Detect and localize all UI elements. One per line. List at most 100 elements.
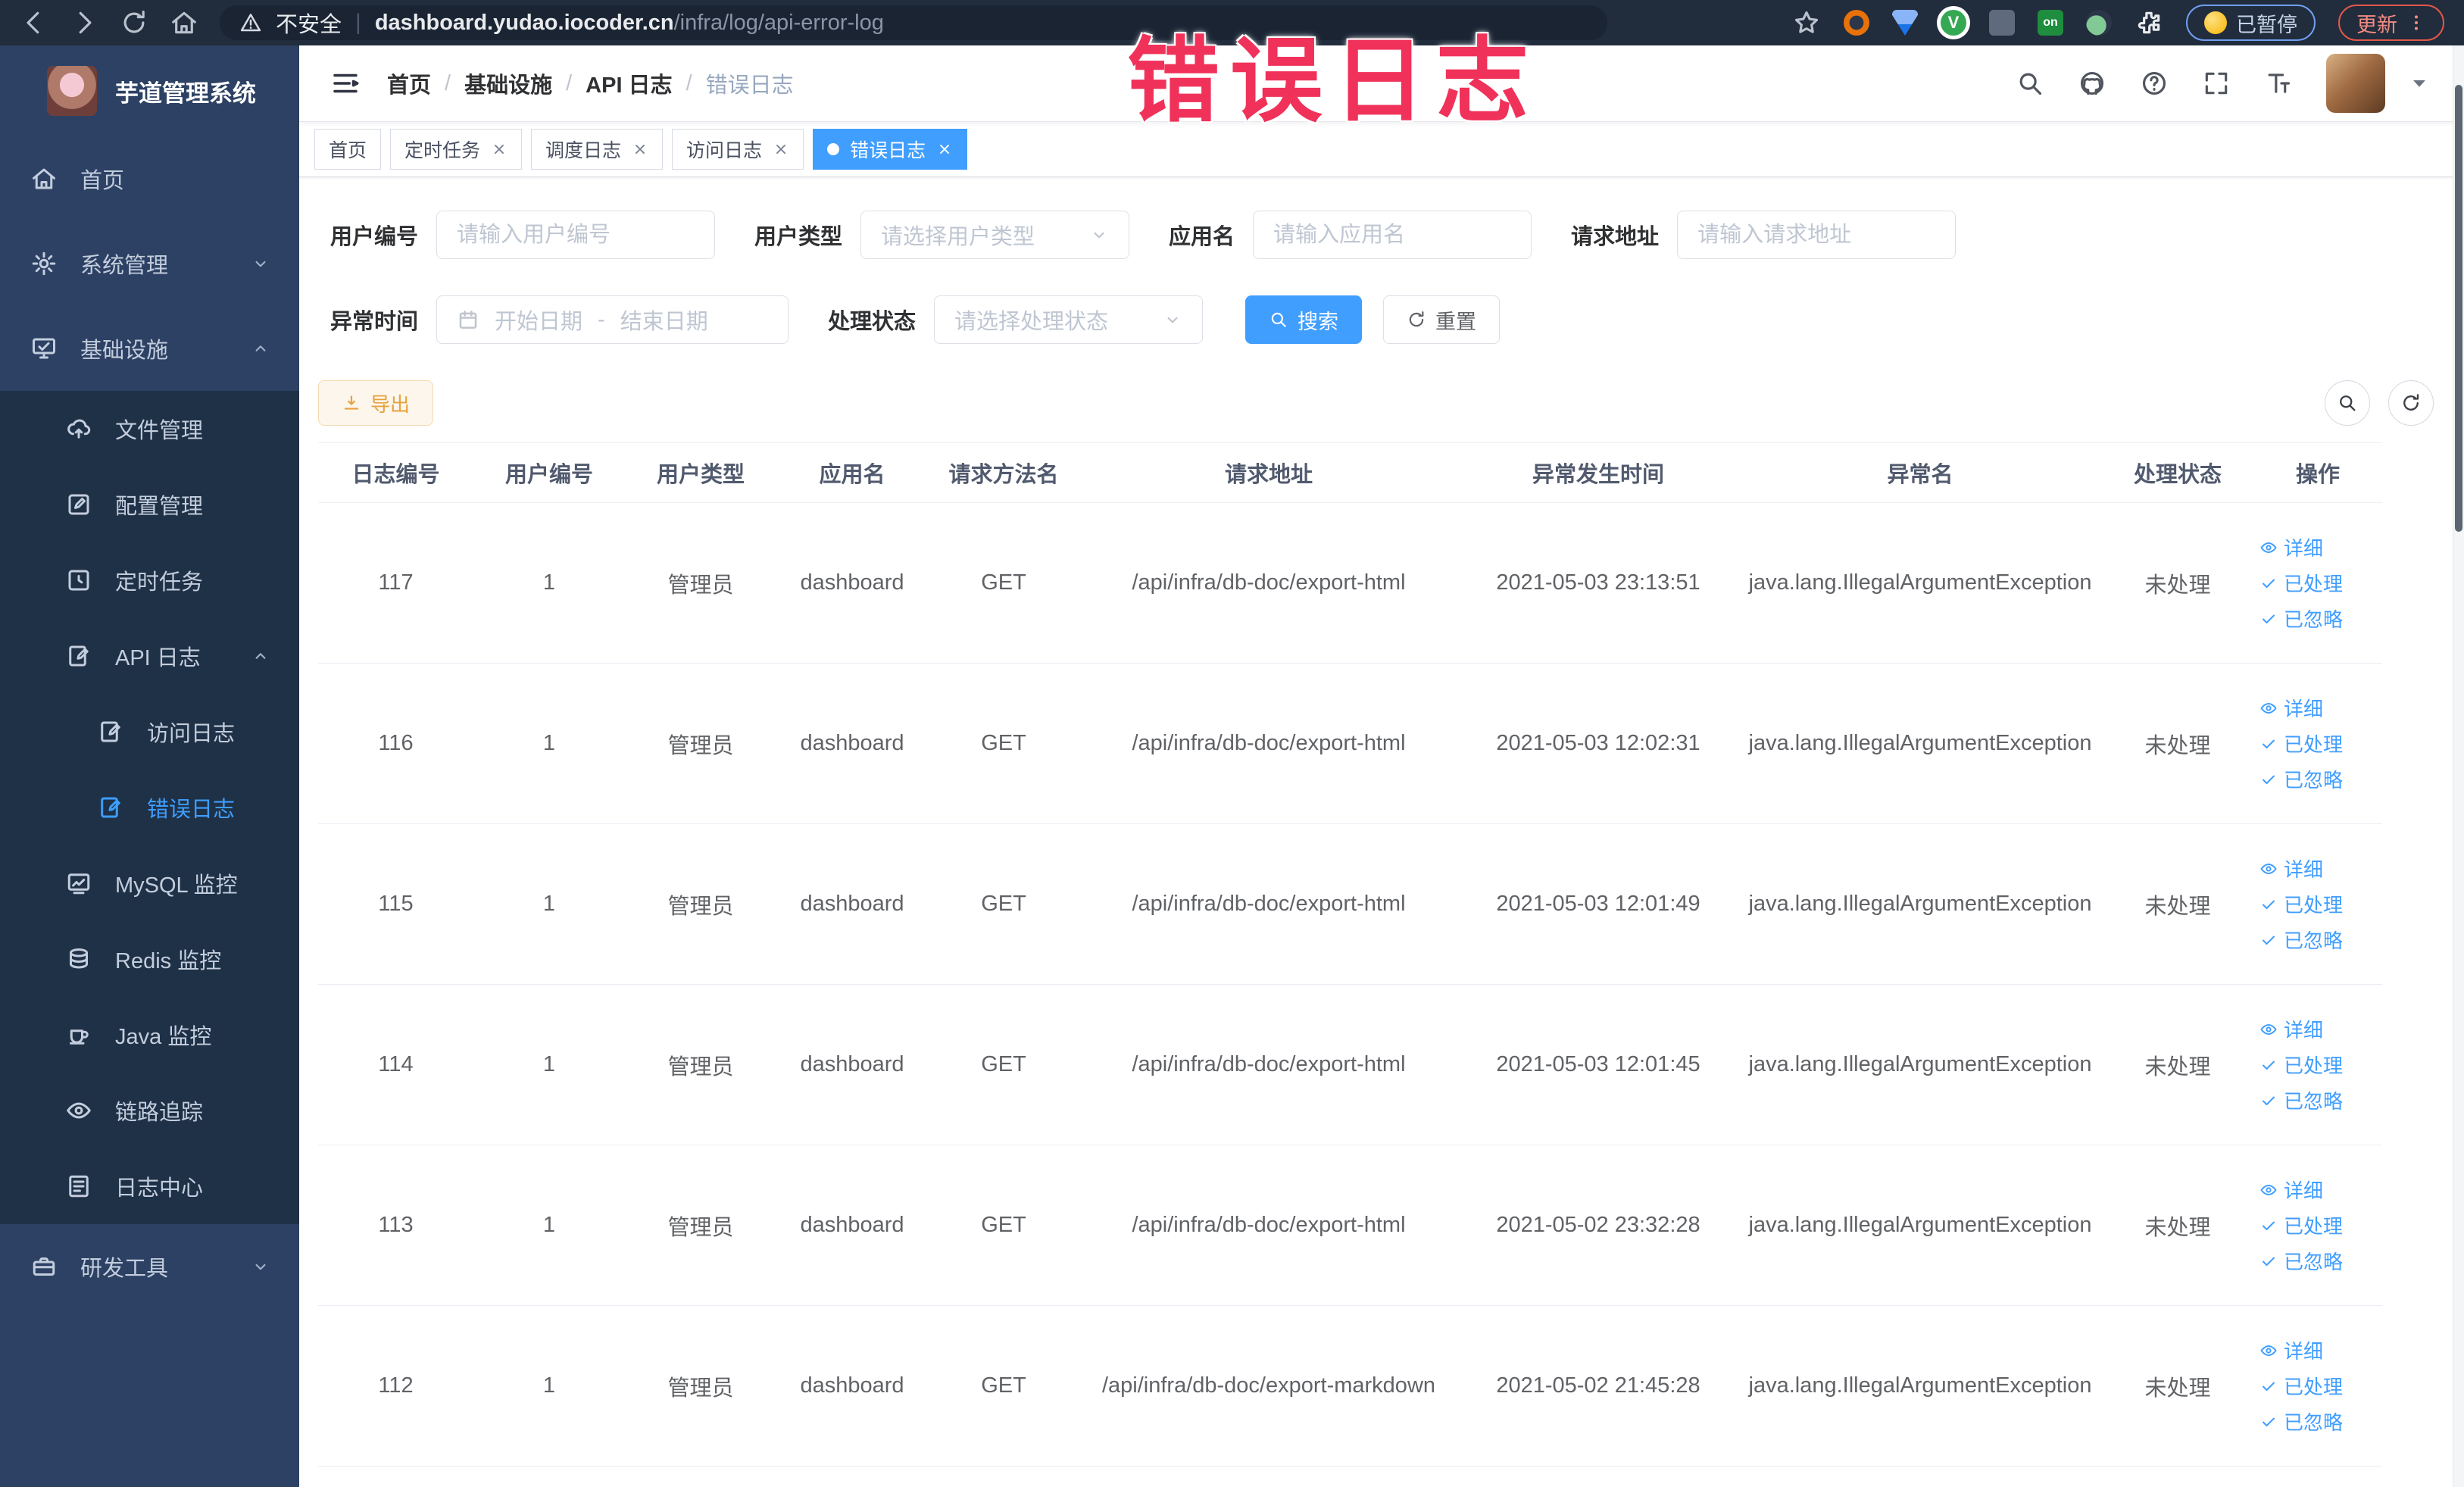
fullscreen-icon[interactable] <box>2202 69 2231 98</box>
process-status-select[interactable]: 请选择处理状态 <box>934 295 1204 344</box>
tab-调度日志[interactable]: 调度日志 <box>531 129 664 170</box>
sidebar-item-label: 错误日志 <box>147 798 236 822</box>
breadcrumb-item[interactable]: 基础设施 <box>464 67 552 99</box>
app-name-input[interactable] <box>1253 211 1532 259</box>
action-已处理[interactable]: 已处理 <box>2259 890 2343 918</box>
close-icon[interactable] <box>936 141 953 158</box>
sidebar-item-首页[interactable]: 首页 <box>0 136 299 221</box>
breadcrumb-item[interactable]: 首页 <box>387 67 431 99</box>
help-question-icon[interactable] <box>2140 69 2169 98</box>
user-type-select[interactable]: 请选择用户类型 <box>860 211 1130 259</box>
chrome-update-button[interactable]: 更新 <box>2338 5 2444 41</box>
sidebar-item-配置管理[interactable]: 配置管理 <box>0 467 299 542</box>
tab-访问日志[interactable]: 访问日志 <box>672 129 804 170</box>
page-scrollbar[interactable] <box>2453 45 2464 1487</box>
cell-app: dashboard <box>800 1213 904 1237</box>
text-size-icon[interactable] <box>2264 69 2293 98</box>
action-详细[interactable]: 详细 <box>2259 694 2323 722</box>
exception-time-range-input[interactable]: 开始日期 - 结束日期 <box>436 295 789 344</box>
sidebar-item-基础设施[interactable]: 基础设施 <box>0 306 299 391</box>
forward-icon[interactable] <box>70 8 98 37</box>
reload-icon[interactable] <box>120 8 148 37</box>
tab-错误日志[interactable]: 错误日志 <box>813 129 968 170</box>
profile-paused-badge[interactable]: 已暂停 <box>2186 5 2316 41</box>
action-已忽略[interactable]: 已忽略 <box>2259 1247 2343 1275</box>
request-url-label: 请求地址 <box>1571 225 1660 249</box>
close-icon[interactable] <box>773 141 789 158</box>
action-详细[interactable]: 详细 <box>2259 1015 2323 1043</box>
sidebar-item-访问日志[interactable]: 访问日志 <box>0 694 299 770</box>
cell-time: 2021-05-02 21:45:28 <box>1496 1373 1700 1398</box>
check-icon <box>2263 1382 2275 1391</box>
action-已忽略[interactable]: 已忽略 <box>2259 1407 2343 1435</box>
search-button[interactable]: 搜索 <box>1245 295 1363 344</box>
close-icon[interactable] <box>491 141 507 158</box>
close-icon[interactable] <box>632 141 648 158</box>
sidebar-item-链路追踪[interactable]: 链路追踪 <box>0 1073 299 1148</box>
tab-label: 错误日志 <box>850 140 926 161</box>
action-已忽略[interactable]: 已忽略 <box>2259 604 2343 633</box>
sidebar-item-Redis 监控[interactable]: Redis 监控 <box>0 921 299 997</box>
breadcrumb-item[interactable]: API 日志 <box>586 67 672 99</box>
back-icon[interactable] <box>20 8 48 37</box>
action-已忽略[interactable]: 已忽略 <box>2259 926 2343 954</box>
action-已处理[interactable]: 已处理 <box>2259 1211 2343 1239</box>
reset-button[interactable]: 重置 <box>1383 295 1501 344</box>
scrollbar-thumb[interactable] <box>2455 85 2462 532</box>
extension-icon-grid[interactable] <box>1989 10 2015 36</box>
search-icon[interactable] <box>2016 69 2044 98</box>
action-已忽略[interactable]: 已忽略 <box>2259 1086 2343 1114</box>
tab-定时任务[interactable]: 定时任务 <box>390 129 523 170</box>
action-详细[interactable]: 详细 <box>2259 1336 2323 1364</box>
cell-user_id: 1 <box>542 1373 556 1398</box>
sidebar-logo-row[interactable]: 芋道管理系统 <box>0 45 299 136</box>
extension-icon-green-v[interactable]: V <box>1941 10 1966 36</box>
cell-url: /api/infra/db-doc/export-html <box>1132 892 1406 916</box>
export-button[interactable]: 导出 <box>318 380 434 426</box>
annotation-error-log: 错误日志 <box>1127 30 1539 133</box>
user-avatar[interactable] <box>2326 54 2385 113</box>
sidebar-item-label: 链路追踪 <box>115 1101 204 1125</box>
action-已处理[interactable]: 已处理 <box>2259 1051 2343 1079</box>
browser-home-icon[interactable] <box>170 8 198 37</box>
sidebar-item-文件管理[interactable]: 文件管理 <box>0 391 299 467</box>
breadcrumb: 首页 / 基础设施 / API 日志 / 错误日志 <box>387 67 794 99</box>
edit-icon <box>68 494 89 515</box>
sidebar-item-错误日志[interactable]: 错误日志 <box>0 770 299 845</box>
sidebar-item-系统管理[interactable]: 系统管理 <box>0 221 299 306</box>
cell-actions: 详细 已处理 已忽略 <box>2253 1336 2382 1435</box>
sidebar-item-研发工具[interactable]: 研发工具 <box>0 1224 299 1309</box>
sidebar-item-定时任务[interactable]: 定时任务 <box>0 542 299 618</box>
extensions-puzzle-icon[interactable] <box>2135 8 2163 37</box>
extension-icon-orange[interactable] <box>1844 10 1869 36</box>
sidebar-item-日志中心[interactable]: 日志中心 <box>0 1148 299 1224</box>
extension-icon-leaf[interactable] <box>2086 10 2112 36</box>
action-已忽略[interactable]: 已忽略 <box>2259 765 2343 793</box>
sidebar-item-label: 配置管理 <box>115 495 204 519</box>
action-label: 已处理 <box>2284 1215 2344 1238</box>
bookmark-star-icon[interactable] <box>1792 8 1821 37</box>
request-url-input[interactable] <box>1677 211 1957 259</box>
action-已处理[interactable]: 已处理 <box>2259 729 2343 758</box>
action-已处理[interactable]: 已处理 <box>2259 1372 2343 1400</box>
action-详细[interactable]: 详细 <box>2259 854 2323 883</box>
sidebar-item-API 日志[interactable]: API 日志 <box>0 618 299 694</box>
hamburger-icon[interactable] <box>329 67 361 99</box>
refresh-table-button[interactable] <box>2388 380 2434 426</box>
action-详细[interactable]: 详细 <box>2259 1176 2323 1204</box>
sidebar-item-MySQL 监控[interactable]: MySQL 监控 <box>0 845 299 921</box>
kebab-menu-icon[interactable] <box>2406 13 2426 33</box>
action-详细[interactable]: 详细 <box>2259 533 2323 561</box>
sidebar-item-Java 监控[interactable]: Java 监控 <box>0 997 299 1073</box>
extension-icon-shield[interactable] <box>1892 10 1918 36</box>
cell-status: 未处理 <box>2144 1054 2211 1079</box>
user-id-input[interactable] <box>436 211 716 259</box>
extension-icon-on-badge[interactable]: on <box>2038 10 2063 36</box>
toggle-search-button[interactable] <box>2325 380 2370 426</box>
tab-首页[interactable]: 首页 <box>314 129 382 170</box>
github-icon[interactable] <box>2078 69 2106 98</box>
caret-down-icon[interactable] <box>2405 69 2434 98</box>
cell-exception: java.lang.IllegalArgumentException <box>1748 1373 2092 1398</box>
action-已处理[interactable]: 已处理 <box>2259 569 2343 597</box>
column-header-应用名: 应用名 <box>819 463 885 487</box>
